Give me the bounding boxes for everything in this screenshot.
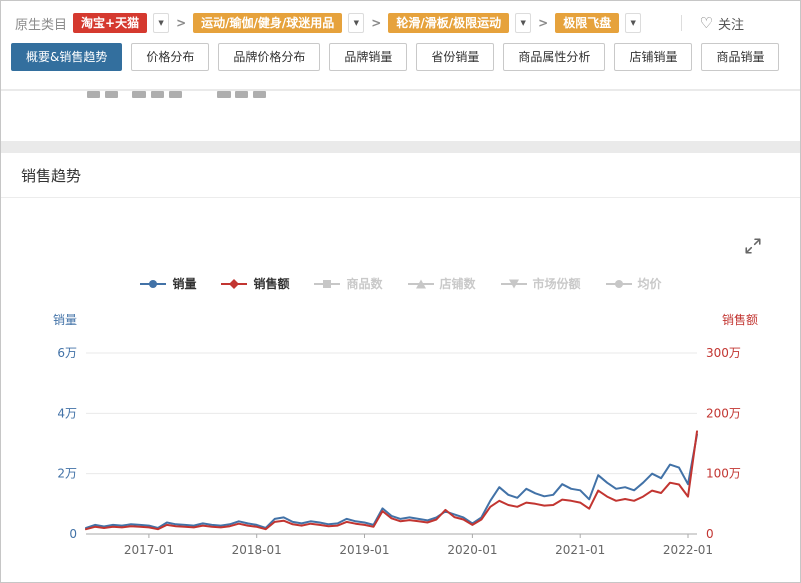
- chart-legend: 销量 销售额 商品数 店铺数 市场份额 均价: [1, 275, 800, 292]
- svg-text:2020-01: 2020-01: [447, 543, 497, 557]
- y-right-axis-name: 销售额: [721, 313, 758, 327]
- svg-text:2019-01: 2019-01: [339, 543, 389, 557]
- legend-item-average-price[interactable]: 均价: [605, 275, 662, 292]
- analytics-page: 原生类目 淘宝+天猫 ▼ > 运动/瑜伽/健身/球迷用品 ▼ > 轮滑/滑板/极…: [0, 0, 801, 583]
- follow-button[interactable]: ♡ 关注: [700, 14, 744, 33]
- legend-item-sales-volume[interactable]: 销量: [139, 275, 196, 292]
- legend-item-product-count[interactable]: 商品数: [313, 275, 383, 292]
- clipped-card: [1, 91, 800, 141]
- svg-text:2017-01: 2017-01: [124, 543, 174, 557]
- tab-brand-price-distribution[interactable]: 品牌价格分布: [218, 43, 321, 71]
- tab-price-distribution[interactable]: 价格分布: [131, 43, 210, 71]
- header: 原生类目 淘宝+天猫 ▼ > 运动/瑜伽/健身/球迷用品 ▼ > 轮滑/滑板/极…: [1, 1, 800, 89]
- tab-product-attribute-analysis[interactable]: 商品属性分析: [503, 43, 606, 71]
- svg-text:0: 0: [706, 527, 714, 541]
- line-circle-marker-icon: [605, 279, 632, 288]
- breadcrumb-label: 原生类目: [15, 17, 68, 33]
- clipped-text-fragment: [253, 91, 266, 98]
- tab-province-sales[interactable]: 省份销量: [416, 43, 495, 71]
- line-circle-marker-icon: [140, 279, 167, 288]
- tab-brand-sales[interactable]: 品牌销量: [329, 43, 408, 71]
- clipped-text-fragment: [151, 91, 164, 98]
- clipped-text-fragment: [87, 91, 100, 98]
- panel-title: 销售趋势: [21, 166, 82, 185]
- chevron-down-icon[interactable]: ▼: [348, 13, 365, 33]
- svg-text:4万: 4万: [57, 406, 77, 420]
- expand-icon[interactable]: [744, 237, 762, 255]
- clipped-text-fragment: [105, 91, 118, 98]
- breadcrumb-separator: >: [371, 16, 382, 30]
- tab-overview-sales-trend[interactable]: 概要&销售趋势: [11, 43, 123, 71]
- line-diamond-marker-icon: [221, 278, 248, 289]
- svg-text:6万: 6万: [57, 346, 77, 360]
- clipped-text-fragment: [169, 91, 182, 98]
- svg-text:300万: 300万: [706, 346, 741, 360]
- line-triangle-down-marker-icon: [500, 279, 527, 288]
- tab-product-sales[interactable]: 商品销量: [701, 43, 780, 71]
- legend-item-shop-count[interactable]: 店铺数: [407, 275, 476, 292]
- breadcrumb: 原生类目 淘宝+天猫 ▼ > 运动/瑜伽/健身/球迷用品 ▼ > 轮滑/滑板/极…: [1, 1, 800, 33]
- category-badge-level3[interactable]: 极限飞盘: [555, 13, 620, 33]
- legend-item-sales-amount[interactable]: 销售额: [220, 275, 289, 292]
- category-badge-level1[interactable]: 运动/瑜伽/健身/球迷用品: [193, 13, 343, 33]
- breadcrumb-separator: >: [176, 16, 187, 30]
- clipped-text-fragment: [132, 91, 146, 98]
- svg-text:2022-01: 2022-01: [663, 543, 713, 557]
- panel-title-row: 销售趋势: [1, 153, 800, 198]
- tab-shop-sales[interactable]: 店铺销量: [614, 43, 693, 71]
- svg-text:0: 0: [69, 527, 77, 541]
- svg-text:200万: 200万: [706, 406, 741, 420]
- y-left-axis-name: 销量: [53, 313, 78, 327]
- chevron-down-icon[interactable]: ▼: [153, 13, 170, 33]
- sales-trend-panel: 销售趋势 销量 销售额 商品数 店铺数 市场份额 均价 销量 销售额 6万 30…: [1, 153, 800, 582]
- heart-icon: ♡: [699, 13, 713, 32]
- clipped-text-fragment: [235, 91, 248, 98]
- category-badge-level2[interactable]: 轮滑/滑板/极限运动: [388, 13, 510, 33]
- tab-bar: 概要&销售趋势 价格分布 品牌价格分布 品牌销量 省份销量 商品属性分析 店铺销…: [1, 33, 800, 71]
- follow-label: 关注: [717, 17, 744, 33]
- chevron-down-icon[interactable]: ▼: [515, 13, 532, 33]
- trend-chart: 6万 300万 4万 200万 2万 100万 0 0 2017-01 2018-01 2019-0…: [57, 346, 741, 557]
- line-rect-marker-icon: [314, 279, 341, 288]
- breadcrumb-separator: >: [538, 16, 549, 30]
- divider: [680, 15, 682, 31]
- svg-text:2018-01: 2018-01: [232, 543, 282, 557]
- svg-text:100万: 100万: [706, 467, 741, 481]
- category-badge-platform[interactable]: 淘宝+天猫: [73, 13, 148, 33]
- clipped-text-fragment: [217, 91, 231, 98]
- line-triangle-marker-icon: [407, 279, 434, 288]
- svg-text:2021-01: 2021-01: [555, 543, 605, 557]
- svg-text:2万: 2万: [57, 467, 77, 481]
- legend-item-market-share[interactable]: 市场份额: [500, 275, 581, 292]
- chevron-down-icon[interactable]: ▼: [625, 13, 642, 33]
